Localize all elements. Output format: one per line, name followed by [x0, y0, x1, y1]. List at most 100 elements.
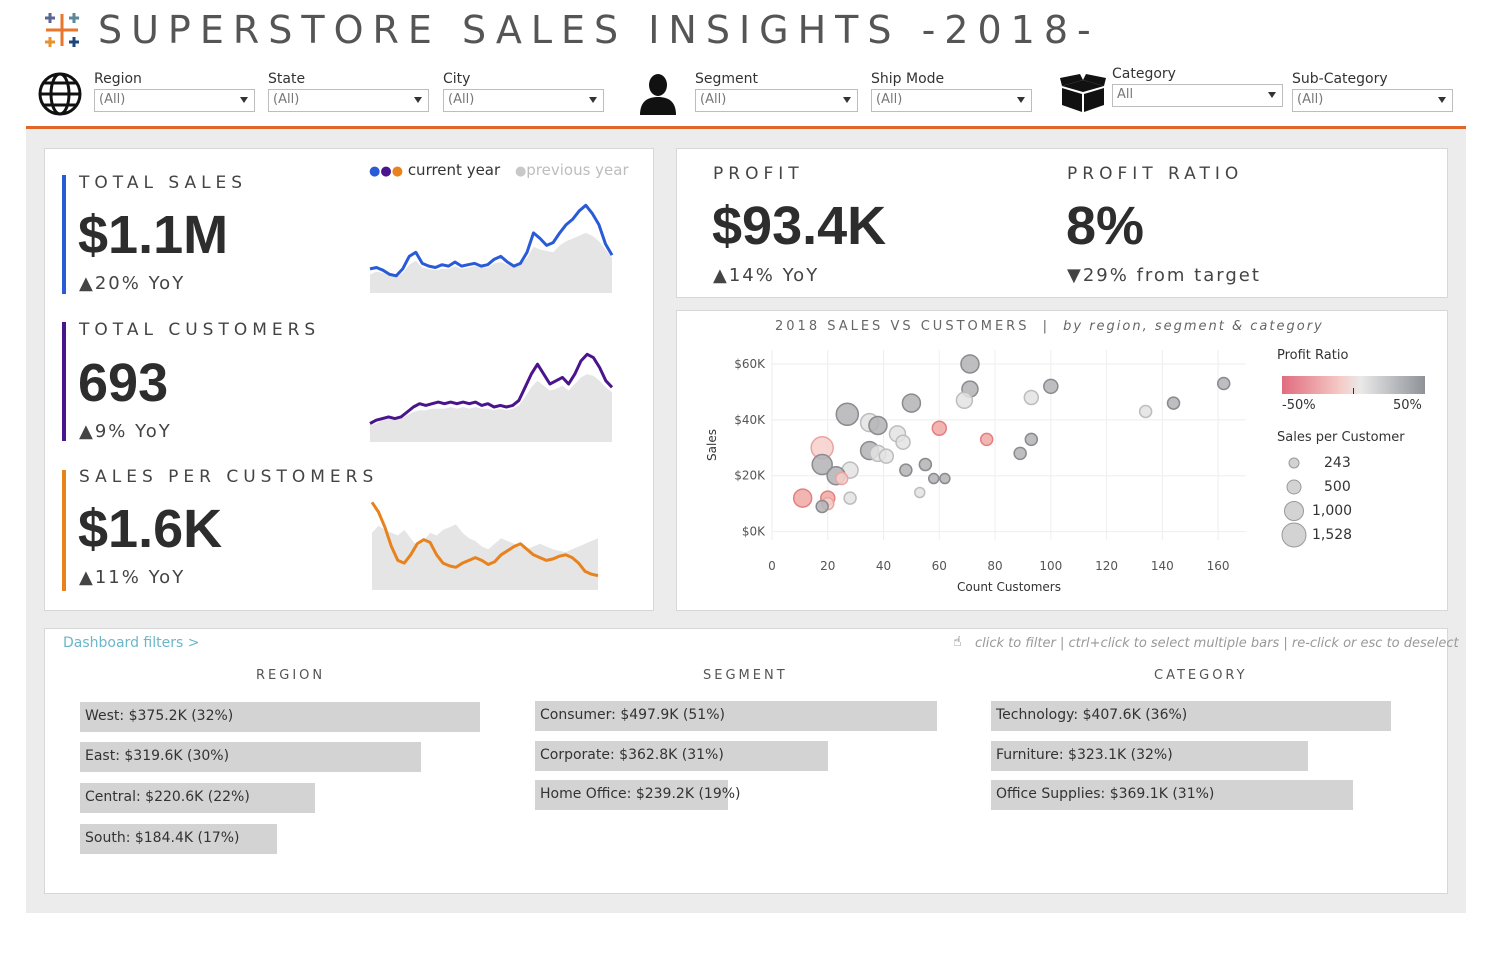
customers-accent-bar — [62, 322, 66, 441]
scatter-point[interactable] — [979, 432, 994, 447]
y-tick-label: $0K — [742, 525, 766, 539]
category-select[interactable]: All — [1112, 84, 1283, 107]
region-bar-value: $184.4K (17%) — [134, 830, 240, 846]
segment-filter: Segment (All) — [695, 71, 858, 112]
size-legend-243: 243 — [1324, 455, 1351, 471]
previous-year-area — [372, 524, 598, 590]
scatter-point[interactable] — [1216, 376, 1231, 391]
profit-label: PROFIT — [713, 164, 804, 184]
segment-bar-value: $239.2K (19%) — [635, 786, 741, 802]
category-bar[interactable]: Office Supplies: $369.1K (31%) — [991, 780, 1353, 810]
scatter-point[interactable] — [1024, 432, 1039, 447]
spc-sparkline — [370, 501, 599, 590]
scatter-point[interactable] — [792, 488, 813, 508]
scatter-point[interactable] — [843, 491, 857, 505]
chevron-down-icon — [589, 97, 597, 103]
scatter-chart[interactable]: 0 20 40 60 80 100 120 140 160 $0K $20K $40K $60K Coun… — [700, 340, 1265, 602]
dashboard-filters-link[interactable]: Dashboard filters > — [63, 635, 199, 651]
scatter-point[interactable] — [899, 463, 913, 477]
scatter-point[interactable] — [901, 393, 922, 413]
sub-category-select-value: (All) — [1297, 92, 1324, 107]
scatter-point[interactable] — [955, 391, 974, 410]
x-tick-label: 80 — [987, 559, 1002, 573]
scatter-point[interactable] — [815, 499, 829, 514]
category-filter: Category All — [1112, 66, 1283, 107]
ship-mode-select-value: (All) — [876, 92, 903, 107]
segment-select[interactable]: (All) — [695, 89, 858, 112]
filter-hint: click to filter | ctrl+click to select m… — [975, 636, 1459, 651]
total-sales-yoy: ▲20% YoY — [79, 273, 186, 294]
scatter-point[interactable] — [1043, 378, 1059, 395]
scatter-point[interactable] — [835, 402, 860, 427]
current-year-dots: ●●● — [369, 164, 404, 179]
region-bar[interactable]: West: $375.2K (32%) — [80, 702, 480, 732]
scatter-point[interactable] — [895, 434, 911, 450]
region-bar[interactable]: East: $319.6K (30%) — [80, 742, 421, 772]
previous-year-label: previous year — [526, 161, 629, 179]
region-filter: Region (All) — [94, 71, 255, 112]
previous-year-dot: ● — [514, 164, 527, 179]
region-bar[interactable]: Central: $220.6K (22%) — [80, 783, 315, 813]
scatter-point[interactable] — [1166, 396, 1181, 410]
state-select-value: (All) — [273, 92, 300, 107]
x-tick-label: 100 — [1039, 559, 1062, 573]
region-select[interactable]: (All) — [94, 89, 255, 112]
state-select[interactable]: (All) — [268, 89, 429, 112]
sales-sparkline — [369, 203, 614, 293]
category-filter-label: Category — [1112, 66, 1176, 82]
x-tick-label: 40 — [876, 559, 891, 573]
region-select-value: (All) — [99, 92, 126, 107]
scatter-point[interactable] — [918, 457, 933, 472]
scatter-point[interactable] — [914, 486, 926, 499]
region-bar-value: $220.6K (22%) — [145, 789, 250, 805]
y-tick-label: $40K — [734, 413, 766, 427]
state-filter-label: State — [268, 71, 306, 87]
category-bar-value: $369.1K (31%) — [1109, 786, 1215, 802]
category-bar[interactable]: Furniture: $323.1K (32%) — [991, 741, 1308, 771]
region-bar-name: Central: — [85, 789, 146, 805]
category-bar-value: $407.6K (36%) — [1082, 707, 1188, 723]
segment-bar[interactable]: Corporate: $362.8K (31%) — [535, 741, 828, 771]
sub-category-select[interactable]: (All) — [1292, 89, 1453, 112]
scatter-point[interactable] — [939, 472, 951, 485]
x-axis-label: Count Customers — [957, 580, 1061, 594]
category-bar-name: Office Supplies: — [996, 786, 1110, 802]
chevron-down-icon — [1017, 97, 1025, 103]
profit-ratio-label: PROFIT RATIO — [1067, 164, 1244, 184]
size-legend-500: 500 — [1324, 479, 1351, 495]
segment-bar[interactable]: Consumer: $497.9K (51%) — [535, 701, 937, 731]
scatter-point[interactable] — [1138, 404, 1153, 419]
y-tick-label: $20K — [734, 469, 766, 483]
sparkline-legend: ●●● current year ●previous year — [369, 161, 629, 179]
ship-mode-select[interactable]: (All) — [871, 89, 1032, 112]
total-sales-label: TOTAL SALES — [79, 173, 248, 193]
scatter-point[interactable] — [927, 472, 940, 485]
category-bar-name: Furniture: — [996, 747, 1069, 763]
x-tick-label: 0 — [768, 559, 776, 573]
scatter-point[interactable] — [931, 420, 948, 436]
category-bar[interactable]: Technology: $407.6K (36%) — [991, 701, 1391, 731]
scatter-point[interactable] — [1023, 389, 1040, 406]
category-section-title: CATEGORY — [1154, 668, 1248, 683]
profit-ratio-value: 8% — [1066, 196, 1145, 256]
segment-bar-name: Consumer: — [540, 707, 621, 723]
scatter-point[interactable] — [868, 415, 888, 436]
total-customers-value: 693 — [78, 353, 169, 413]
scatter-title: 2018 SALES VS CUSTOMERS — [775, 319, 1030, 334]
segment-bar[interactable]: Home Office: $239.2K (19%) — [535, 780, 741, 810]
scatter-title-separator: | — [1042, 319, 1050, 334]
scatter-point[interactable] — [960, 354, 980, 374]
category-select-value: All — [1117, 87, 1134, 102]
city-filter: City (All) — [443, 71, 604, 112]
region-bar[interactable]: South: $184.4K (17%) — [80, 824, 277, 854]
y-tick-label: $60K — [734, 357, 766, 371]
scatter-point[interactable] — [878, 448, 895, 464]
size-legend-1528: 1,528 — [1312, 527, 1353, 543]
scatter-point[interactable] — [834, 471, 849, 486]
ship-mode-filter-label: Ship Mode — [871, 71, 945, 87]
city-select[interactable]: (All) — [443, 89, 604, 112]
globe-icon — [38, 72, 82, 116]
scatter-point[interactable] — [1013, 446, 1027, 461]
segment-bar-value: $497.9K (51%) — [620, 707, 725, 723]
total-customers-yoy: ▲9% YoY — [79, 421, 172, 442]
